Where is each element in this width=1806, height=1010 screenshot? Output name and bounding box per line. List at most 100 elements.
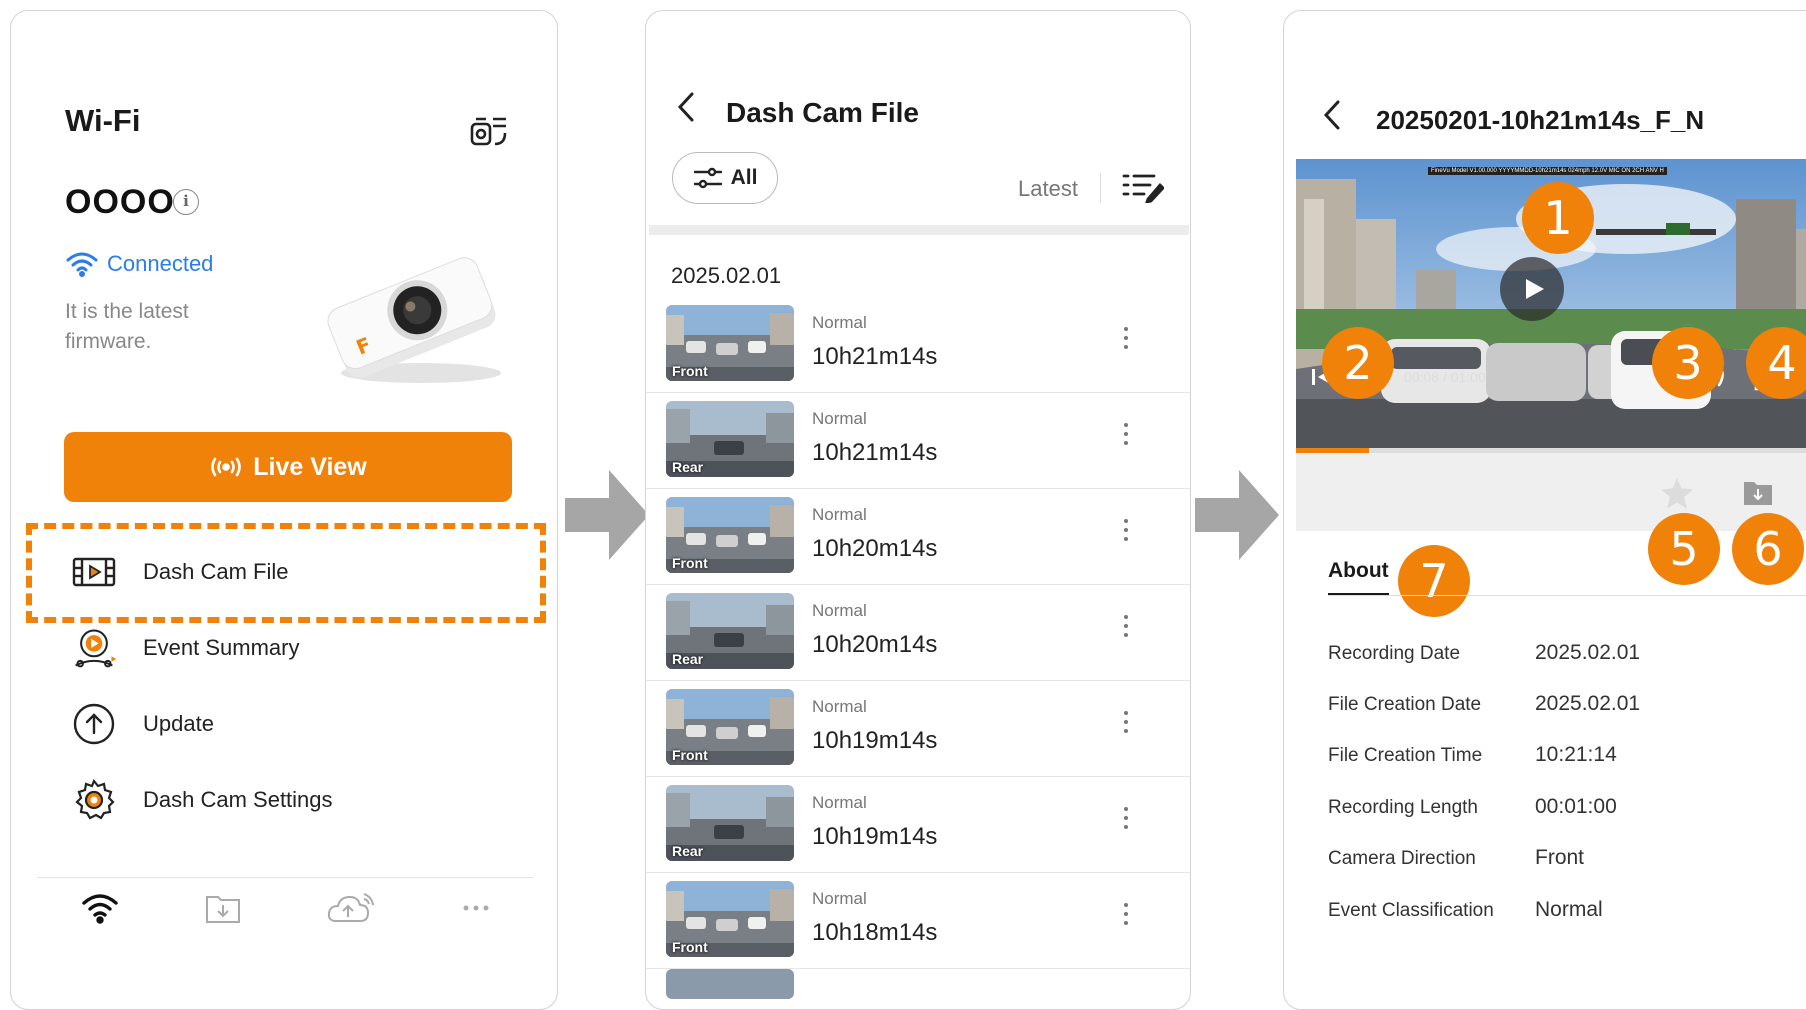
file-type: Normal: [812, 889, 867, 908]
file-row[interactable]: Rear Normal 10h21m14s: [646, 393, 1190, 489]
more-options-icon[interactable]: [1122, 615, 1130, 637]
callout-badge: 5: [1648, 513, 1720, 585]
more-options-icon[interactable]: [1122, 903, 1130, 925]
camera-label: Front: [672, 939, 708, 955]
file-row[interactable]: Front Normal 10h21m14s: [646, 297, 1190, 393]
section-divider: [649, 225, 1189, 235]
file-row[interactable]: Front Normal 10h20m14s: [646, 489, 1190, 585]
file-row[interactable]: Rear Normal 10h20m14s: [646, 585, 1190, 681]
wifi-icon: [65, 251, 99, 277]
status-text: Connected: [107, 251, 214, 276]
file-time: 10h19m14s: [812, 823, 938, 850]
video-thumbnail: Rear: [666, 401, 794, 477]
camera-label: Rear: [672, 651, 704, 667]
file-row[interactable]: Rear Normal 10h19m14s: [646, 777, 1190, 873]
play-icon: [1526, 279, 1544, 299]
video-thumbnail: Rear: [666, 593, 794, 669]
device-name: OOOO: [65, 183, 175, 221]
gear-icon: [71, 777, 117, 823]
menu-item-dash-cam-file[interactable]: Dash Cam File: [71, 549, 288, 595]
camera-switch-icon[interactable]: [469, 111, 509, 151]
back-arrow-icon[interactable]: [1320, 97, 1344, 133]
flow-arrow-icon: [565, 470, 649, 560]
star-icon[interactable]: [1660, 477, 1694, 509]
firmware-status: It is the latest firmware.: [65, 300, 189, 353]
file-type: Normal: [812, 409, 867, 428]
video-player-screen: 20250201-10h21m14s_F_N FineVu Model V1.0…: [1283, 10, 1806, 1010]
more-options-icon[interactable]: [1122, 711, 1130, 733]
camera-label: Front: [672, 747, 708, 763]
camera-label: Front: [672, 363, 708, 379]
more-options-icon[interactable]: [1122, 423, 1130, 445]
callout-badge: 6: [1732, 513, 1804, 585]
menu-item-event-summary[interactable]: Event Summary: [71, 625, 300, 671]
info-icon[interactable]: i: [173, 189, 199, 215]
total-time: 01:00: [1450, 369, 1486, 385]
tab-about[interactable]: About: [1328, 559, 1389, 595]
live-view-label: Live View: [253, 452, 367, 481]
info-value: Front: [1535, 846, 1585, 869]
cloud-upload-icon[interactable]: [326, 891, 376, 925]
back-arrow-icon[interactable]: [674, 89, 698, 125]
info-label: Camera Direction: [1328, 848, 1476, 869]
file-time: 10h19m14s: [812, 727, 938, 754]
page-title: 20250201-10h21m14s_F_N: [1376, 105, 1705, 135]
broadcast-icon: [209, 456, 243, 478]
video-overlay-text: FineVu Model V1.00.000 YYYYMMDD-10h21m14…: [1428, 167, 1667, 175]
file-row[interactable]: Front Normal 10h18m14s: [646, 873, 1190, 969]
download-folder-icon[interactable]: [1742, 479, 1774, 507]
callout-badge: 7: [1398, 545, 1470, 617]
camera-label: Rear: [672, 843, 704, 859]
more-options-icon[interactable]: [1122, 807, 1130, 829]
info-value: 00:01:00: [1535, 795, 1617, 818]
camera-label: Front: [672, 555, 708, 571]
info-label: File Creation Time: [1328, 745, 1483, 766]
callout-badge: 3: [1652, 327, 1724, 399]
current-time: 00:08: [1404, 369, 1440, 385]
play-button[interactable]: [1500, 257, 1564, 321]
filter-label: All: [730, 166, 758, 189]
divider: [1328, 595, 1806, 596]
video-thumbnail: Front: [666, 305, 794, 381]
dash-cam-file-screen: Dash Cam File All Latest 2025.02.01 Fron…: [645, 10, 1191, 1010]
menu-item-dash-cam-settings[interactable]: Dash Cam Settings: [71, 777, 333, 823]
file-time: 10h21m14s: [812, 439, 938, 466]
info-label: Recording Date: [1328, 643, 1461, 664]
file-time: 10h20m14s: [812, 631, 938, 658]
info-value: 2025.02.01: [1535, 692, 1641, 715]
film-icon: [71, 549, 117, 595]
info-label: Event Classification: [1328, 900, 1494, 921]
live-view-button[interactable]: Live View: [64, 432, 512, 502]
video-thumbnail: Front: [666, 689, 794, 765]
file-time: 10h20m14s: [812, 535, 938, 562]
wifi-icon[interactable]: [80, 892, 120, 924]
sort-button[interactable]: Latest: [1018, 176, 1078, 202]
divider: [37, 877, 533, 878]
home-screen: Wi-Fi OOOO i Connected It is the latest …: [10, 10, 558, 1010]
file-row[interactable]: Front Normal 10h19m14s: [646, 681, 1190, 777]
more-options-icon[interactable]: [1122, 327, 1130, 349]
event-summary-icon: [71, 625, 117, 671]
more-icon[interactable]: [461, 903, 491, 913]
info-label: Recording Length: [1328, 797, 1478, 818]
info-label: File Creation Date: [1328, 694, 1482, 715]
callout-badge: 2: [1322, 327, 1394, 399]
file-time: 10h21m14s: [812, 343, 938, 370]
callout-badge: 1: [1522, 182, 1594, 254]
menu-item-update[interactable]: Update: [71, 701, 214, 747]
video-thumbnail: Rear: [666, 785, 794, 861]
sliders-icon: [693, 166, 723, 190]
file-type: Normal: [812, 505, 867, 524]
info-value: Normal: [1535, 898, 1603, 921]
camera-label: Rear: [672, 459, 704, 475]
file-type: Normal: [812, 313, 867, 332]
action-bar: [1296, 453, 1806, 531]
menu-item-label: Event Summary: [143, 635, 300, 660]
more-options-icon[interactable]: [1122, 519, 1130, 541]
video-thumbnail: Front: [666, 497, 794, 573]
bottom-nav: [37, 891, 533, 925]
edit-list-icon[interactable]: [1122, 171, 1164, 203]
file-time: 10h18m14s: [812, 919, 938, 946]
filter-button[interactable]: All: [672, 152, 778, 204]
download-folder-icon[interactable]: [205, 892, 241, 924]
